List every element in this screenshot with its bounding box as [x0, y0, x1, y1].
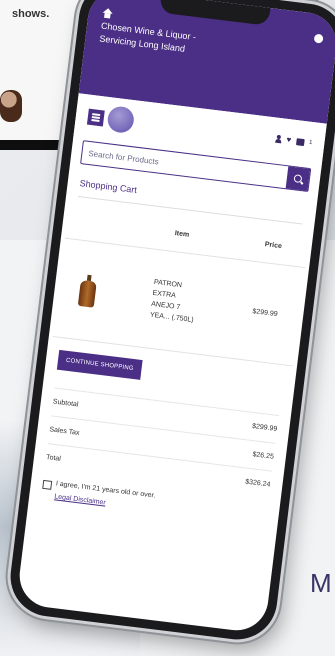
heart-icon[interactable]: ♥ [286, 135, 292, 145]
tax-label: Sales Tax [49, 426, 80, 437]
cart-item-price: $299.99 [224, 259, 306, 366]
total-value: $326.24 [244, 478, 271, 489]
subtotal-value: $299.99 [251, 422, 278, 433]
background-caption: shows. [12, 8, 50, 20]
bottle-body [77, 279, 97, 308]
totals-section: Subtotal $299.99 Sales Tax $26.25 Total … [44, 387, 279, 499]
header-icons: ♥ 1 [275, 135, 313, 147]
menu-bar-icon [91, 119, 100, 123]
tax-value: $26.25 [252, 451, 275, 461]
home-icon[interactable] [102, 8, 113, 19]
background-letter: M [310, 568, 332, 598]
age-agreement-text-wrap: I agree, I'm 21 years old or over. Legal… [54, 480, 156, 512]
subtotal-label: Subtotal [52, 398, 79, 409]
menu-button[interactable] [86, 108, 105, 127]
store-name[interactable]: Chosen Wine & Liquor - Servicing Long Is… [99, 20, 211, 59]
store-logo[interactable] [106, 105, 136, 135]
search-icon [293, 174, 303, 184]
total-label: Total [45, 454, 62, 463]
age-checkbox[interactable] [42, 479, 53, 490]
cart-count: 1 [308, 139, 313, 147]
cart-icon[interactable] [295, 137, 305, 146]
search-button[interactable] [285, 166, 311, 191]
product-bottle-image[interactable] [77, 274, 99, 308]
account-icon[interactable] [313, 33, 324, 44]
continue-shopping-button[interactable]: CONTINUE SHOPPING [56, 349, 143, 380]
user-icon[interactable] [275, 135, 282, 144]
cart-item-name[interactable]: PATRON EXTRA ANEJO 7 YEA... (.750L) [149, 277, 198, 326]
cart-item-name-cell: PATRON EXTRA ANEJO 7 YEA... (.750L) [110, 245, 238, 358]
background-person-image [0, 90, 22, 122]
cart-table: Item Price PATRON EXTRA ANEJO 7 YEA... (… [52, 201, 310, 366]
